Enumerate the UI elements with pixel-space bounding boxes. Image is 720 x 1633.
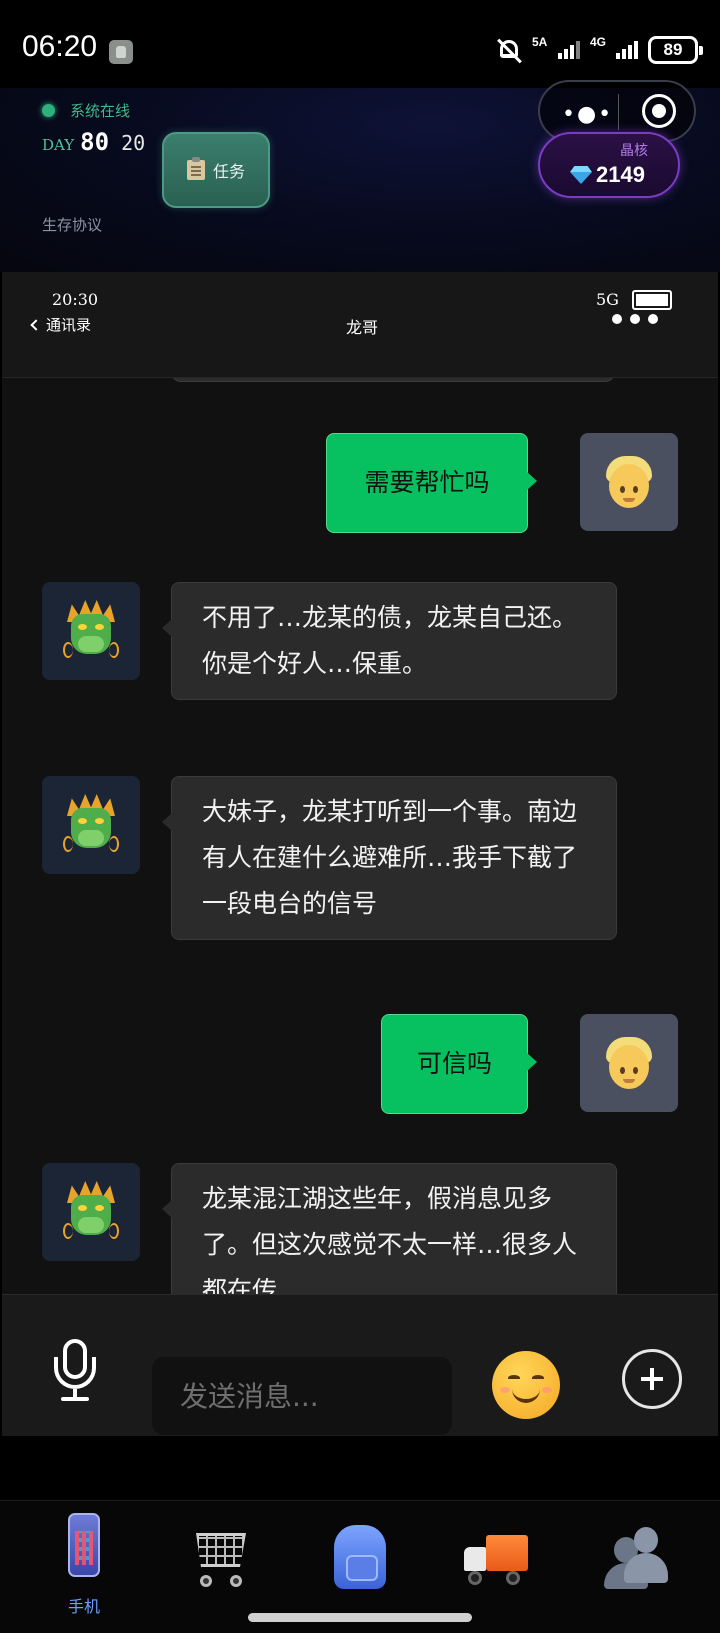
battery-level: 89 [663, 40, 683, 59]
bottom-nav: 手机 [0, 1500, 720, 1633]
system-status-bar: 06:20 5A 4G 89 [0, 0, 720, 88]
chevron-left-icon [30, 318, 42, 331]
message-bubble-received[interactable]: 龙某混江湖这些年，假消息见多了。但这次感觉不太一样…很多人都在传 [162, 1163, 617, 1294]
app-lock-icon [109, 40, 133, 64]
online-status: 系统在线 [70, 102, 131, 120]
dragon-icon [61, 794, 121, 856]
nav-item-shop[interactable] [156, 1501, 276, 1611]
truck-icon [462, 1535, 528, 1587]
message-bubble-received[interactable]: 大妹子，龙某打听到一个事。南边有人在建什么避难所…我手下截了一段电台的信号 [162, 776, 617, 940]
emoji-icon[interactable] [492, 1351, 560, 1419]
my-avatar[interactable] [580, 1014, 678, 1112]
blonde-person-icon [601, 1033, 657, 1093]
chat-messages[interactable]: 需要帮忙吗 不用了…龙某的债，龙某自己还。你是个好人…保重。 大妹子，龙某打听到… [2, 378, 718, 1294]
backpack-icon [334, 1525, 386, 1589]
nav-item-backpack[interactable] [294, 1501, 414, 1611]
task-button-label: 任务 [212, 162, 245, 181]
chat-header: 20:30 5G 通讯录 龙哥 [2, 272, 718, 378]
crystal-value: 2149 [596, 162, 645, 187]
message-bubble-sent[interactable]: 可信吗 [381, 1014, 537, 1114]
dragon-icon [61, 1181, 121, 1243]
day-sub-value: 20 [121, 131, 146, 155]
contact-avatar[interactable] [42, 1163, 140, 1261]
bell-muted-icon [496, 37, 522, 64]
message-bubble-sent[interactable]: 需要帮忙吗 [326, 433, 537, 533]
phone-battery-icon [632, 290, 672, 310]
game-header: 系统在线 DAY 80 20 任务 生存协议 •●• 晶核 2149 [0, 80, 720, 272]
message-text: 不用了…龙某的债，龙某自己还。你是个好人…保重。 [202, 603, 578, 678]
my-avatar[interactable] [580, 433, 678, 531]
contact-name: 龙哥 [345, 318, 378, 337]
signal-4g-icon: 4G [590, 35, 638, 59]
message-text: 需要帮忙吗 [364, 468, 490, 497]
spacer [0, 1436, 720, 1500]
previous-message-bubble [171, 378, 615, 382]
close-miniprogram-icon[interactable] [642, 94, 676, 128]
contacts-icon [604, 1527, 668, 1589]
day-counter: DAY 80 20 [42, 128, 145, 156]
contact-avatar[interactable] [42, 776, 140, 874]
message-bubble-received[interactable]: 不用了…龙某的债，龙某自己还。你是个好人…保重。 [162, 582, 617, 700]
more-options-button[interactable] [612, 314, 658, 324]
day-label: DAY [42, 136, 75, 154]
message-input[interactable] [152, 1357, 452, 1435]
message-text: 大妹子，龙某打听到一个事。南边有人在建什么避难所…我手下截了一段电台的信号 [202, 797, 578, 918]
nav-label-phone: 手机 [67, 1597, 100, 1616]
cart-icon [190, 1531, 248, 1587]
back-label: 通讯录 [46, 316, 92, 334]
status-indicators: 5A 4G 89 [496, 35, 703, 64]
crystal-label: 晶核 [620, 143, 648, 159]
home-indicator[interactable] [248, 1613, 472, 1622]
microphone-icon[interactable] [52, 1339, 100, 1405]
diamond-icon [570, 166, 592, 184]
clipboard-icon [186, 157, 205, 180]
nav-item-phone[interactable]: 手机 [24, 1501, 144, 1616]
phone-network: 5G [596, 290, 619, 309]
message-text: 龙某混江湖这些年，假消息见多了。但这次感觉不太一样…很多人都在传 [202, 1184, 578, 1294]
battery-icon: 89 [648, 36, 703, 64]
network-label-5a: 5A [532, 35, 548, 49]
back-to-contacts-button[interactable]: 通讯录 [30, 314, 92, 335]
phone-icon [68, 1513, 100, 1577]
crystal-counter[interactable]: 晶核 2149 [538, 132, 680, 198]
more-options-icon[interactable]: •●• [562, 102, 613, 127]
message-text: 可信吗 [416, 1049, 492, 1078]
nav-item-contacts[interactable] [570, 1501, 690, 1611]
phone-time: 20:30 [52, 290, 99, 309]
task-button[interactable]: 任务 [162, 132, 270, 208]
capsule-divider [618, 94, 619, 130]
survival-protocol-label[interactable]: 生存协议 [42, 214, 102, 235]
plus-icon[interactable] [622, 1349, 682, 1409]
network-label-4g: 4G [590, 35, 607, 49]
signal-5a-icon: 5A [532, 35, 580, 59]
nav-item-delivery[interactable] [430, 1501, 550, 1611]
day-number: 80 [80, 128, 110, 156]
online-indicator-icon [42, 104, 55, 117]
message-input-bar [2, 1294, 718, 1436]
dragon-icon [61, 600, 121, 662]
blonde-person-icon [601, 452, 657, 512]
system-time: 06:20 [22, 30, 98, 63]
contact-avatar[interactable] [42, 582, 140, 680]
